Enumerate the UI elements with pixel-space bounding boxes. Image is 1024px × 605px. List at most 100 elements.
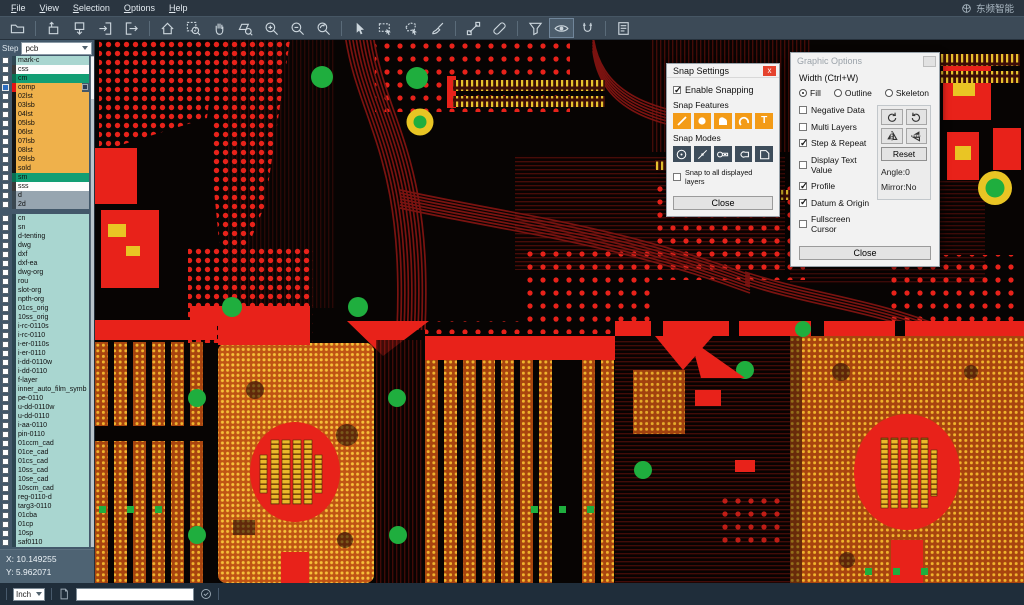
pad-snap-button[interactable] [714, 146, 732, 162]
text-snap-button[interactable]: T [755, 113, 773, 129]
layer-visibility-checkbox[interactable] [2, 395, 9, 402]
unit-select[interactable]: Inch [13, 588, 45, 601]
layer-row[interactable]: sn [0, 223, 89, 232]
layer-row[interactable]: sm [0, 173, 89, 182]
layer-visibility-checkbox[interactable] [2, 287, 9, 294]
graphic-dialog-titlebar[interactable]: Graphic Options [791, 53, 939, 69]
layer-visibility-checkbox[interactable] [2, 251, 9, 258]
layer-visibility-checkbox[interactable] [2, 147, 9, 154]
graphic-checkbox[interactable] [799, 106, 807, 114]
snap-close-button[interactable]: Close [673, 196, 773, 210]
layer-row[interactable]: 08lst [0, 146, 89, 155]
graphic-checkbox-row[interactable]: Step & Repeat [799, 138, 873, 148]
graphic-close-button[interactable]: Close [799, 246, 931, 260]
layer-row[interactable]: saf0110 [0, 538, 89, 547]
layer-row[interactable]: rou [0, 277, 89, 286]
graphic-checkbox[interactable] [799, 123, 807, 131]
filter-button[interactable] [523, 18, 548, 38]
layer-row[interactable]: dwg-org [0, 268, 89, 277]
visibility-button[interactable] [549, 18, 574, 38]
layer-row[interactable]: i-rc-0110s [0, 322, 89, 331]
corner-snap-button[interactable] [755, 146, 773, 162]
menu-item[interactable]: File [4, 2, 33, 14]
layer-row[interactable]: 2d [0, 200, 89, 209]
eraser-button[interactable] [487, 18, 512, 38]
layer-row[interactable]: 10se_cad [0, 475, 89, 484]
layers-scrollbar[interactable] [90, 56, 94, 547]
layer-visibility-checkbox[interactable] [2, 242, 9, 249]
layer-row[interactable]: css [0, 65, 89, 74]
graphic-checkbox-row[interactable]: Display Text Value [799, 155, 873, 175]
layer-visibility-checkbox[interactable] [2, 174, 9, 181]
layer-visibility-checkbox[interactable] [2, 75, 9, 82]
all-layers-checkbox[interactable] [673, 173, 681, 181]
layer-visibility-checkbox[interactable] [2, 512, 9, 519]
layer-visibility-checkbox[interactable] [2, 386, 9, 393]
layer-row[interactable]: 01cp [0, 520, 89, 529]
graphic-checkbox[interactable] [799, 220, 807, 228]
layer-visibility-checkbox[interactable] [2, 233, 9, 240]
layer-row[interactable]: i-dd-0110w [0, 358, 89, 367]
radio-icon[interactable] [885, 89, 893, 97]
home-button[interactable] [155, 18, 180, 38]
import-one-button[interactable] [41, 18, 66, 38]
layer-visibility-checkbox[interactable] [2, 332, 9, 339]
center-snap-button[interactable] [673, 146, 691, 162]
layer-row[interactable]: 10scm_cad [0, 484, 89, 493]
mirror-vertical-button[interactable] [906, 128, 928, 144]
layer-visibility-checkbox[interactable] [2, 66, 9, 73]
layer-row[interactable]: 01cs_orig [0, 304, 89, 313]
pcb-canvas[interactable]: Snap Settings x Enable Snapping Snap Fea… [95, 40, 1024, 583]
layer-row[interactable]: 07lsb [0, 137, 89, 146]
menu-item[interactable]: Help [162, 2, 195, 14]
brush-button[interactable] [425, 18, 450, 38]
layer-row[interactable]: 02lst [0, 92, 89, 101]
snap-magnet-button[interactable] [575, 18, 600, 38]
save-down-button[interactable] [67, 18, 92, 38]
sign-in-button[interactable] [93, 18, 118, 38]
layer-visibility-checkbox[interactable] [2, 341, 9, 348]
layer-visibility-checkbox[interactable] [2, 138, 9, 145]
layer-visibility-checkbox[interactable] [2, 539, 9, 546]
layer-visibility-checkbox[interactable] [2, 57, 9, 64]
layer-visibility-checkbox[interactable] [2, 449, 9, 456]
layer-visibility-checkbox[interactable] [2, 476, 9, 483]
pan-button[interactable] [207, 18, 232, 38]
layer-visibility-checkbox[interactable] [2, 201, 9, 208]
graphic-checkbox-row[interactable]: Negative Data [799, 105, 873, 115]
layer-row[interactable]: 04lst [0, 110, 89, 119]
graphic-checkbox-row[interactable]: Profile [799, 181, 873, 191]
sync-check-button[interactable] [200, 588, 212, 600]
layer-row[interactable]: f-layer [0, 376, 89, 385]
layer-visibility-checkbox[interactable] [2, 305, 9, 312]
layer-row[interactable]: 03lsb [0, 101, 89, 110]
layer-visibility-checkbox[interactable] [2, 404, 9, 411]
select-rectangle-button[interactable] [373, 18, 398, 38]
layer-row[interactable]: 10sp [0, 529, 89, 538]
zoom-area-button[interactable] [233, 18, 258, 38]
layer-row[interactable]: i-er-0110s [0, 340, 89, 349]
layer-visibility-checkbox[interactable] [2, 165, 9, 172]
layer-visibility-checkbox[interactable] [2, 323, 9, 330]
zoom-out-button[interactable] [285, 18, 310, 38]
layer-visibility-checkbox[interactable] [2, 129, 9, 136]
layer-row[interactable]: inner_auto_film_symb [0, 385, 89, 394]
layer-visibility-checkbox[interactable] [2, 120, 9, 127]
menu-item[interactable]: Options [117, 2, 162, 14]
rotate-ccw-button[interactable] [906, 109, 928, 125]
layer-row[interactable]: cn [0, 214, 89, 223]
zoom-previous-button[interactable] [311, 18, 336, 38]
layer-row[interactable]: u-dd-0110 [0, 412, 89, 421]
graphic-checkbox-row[interactable]: Datum & Origin [799, 198, 873, 208]
graphic-checkbox[interactable] [799, 199, 807, 207]
sign-out-button[interactable] [119, 18, 144, 38]
layer-visibility-checkbox[interactable] [2, 413, 9, 420]
layer-visibility-checkbox[interactable] [2, 458, 9, 465]
layer-visibility-checkbox[interactable] [2, 377, 9, 384]
layer-row[interactable]: reg-0110-d [0, 493, 89, 502]
measure-button[interactable] [461, 18, 486, 38]
layer-row[interactable]: comp [0, 83, 89, 92]
layer-visibility-checkbox[interactable] [2, 422, 9, 429]
layer-row[interactable]: i-er-0110 [0, 349, 89, 358]
layer-row[interactable]: dxf-ea [0, 259, 89, 268]
